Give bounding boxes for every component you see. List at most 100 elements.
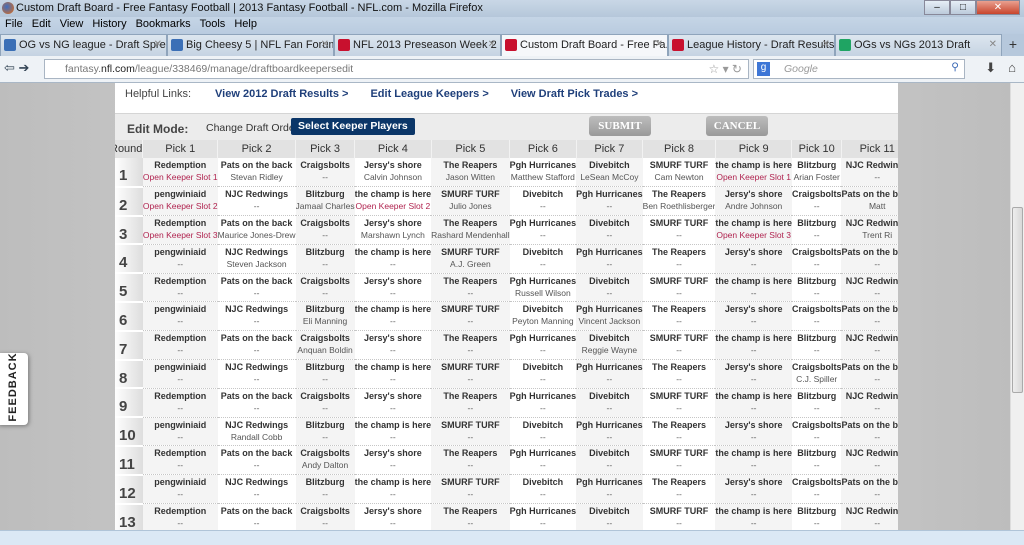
draft-pick-cell[interactable]: Divebitch --: [576, 503, 643, 530]
draft-pick-cell[interactable]: the champ is here --: [354, 359, 432, 389]
draft-pick-cell[interactable]: Divebitch --: [509, 474, 577, 505]
draft-pick-cell[interactable]: the champ is here --: [354, 417, 432, 447]
draft-pick-cell[interactable]: Jersy's shore --: [715, 417, 792, 447]
draft-pick-cell[interactable]: NJC Redwings--: [217, 474, 296, 505]
draft-pick-cell[interactable]: the champ is here Open Keeper Slot 2: [354, 186, 432, 217]
open-keeper-slot[interactable]: Open Keeper Slot 2: [355, 201, 432, 211]
search-input[interactable]: g Google ⚲: [753, 59, 965, 79]
draft-pick-cell[interactable]: Craigsbolts --: [791, 186, 842, 217]
home-icon[interactable]: ⌂: [1008, 60, 1016, 76]
bookmark-star-icon[interactable]: ☆ ▾ ↻: [708, 62, 742, 76]
draft-pick-cell[interactable]: Redemption --: [142, 388, 218, 418]
draft-pick-cell[interactable]: Pgh Hurricanes Matthew Stafford: [509, 158, 577, 188]
draft-pick-cell[interactable]: Jersy's shore --: [354, 388, 432, 418]
draft-pick-cell[interactable]: Divebitch LeSean McCoy: [576, 158, 643, 188]
draft-pick-cell[interactable]: The Reapers --: [431, 388, 510, 418]
draft-pick-cell[interactable]: the champ is here --: [354, 244, 432, 274]
draft-pick-cell[interactable]: pengwiniaid --: [142, 301, 218, 332]
draft-pick-cell[interactable]: Blitzburg --: [791, 388, 842, 418]
menu-tools[interactable]: Tools: [200, 18, 226, 33]
draft-pick-cell[interactable]: Craigsbolts --: [791, 474, 842, 505]
draft-pick-cell[interactable]: Pats on the back--: [841, 244, 898, 274]
close-tab-icon[interactable]: ✕: [488, 39, 496, 50]
draft-pick-cell[interactable]: Pgh Hurricanes --: [576, 417, 643, 447]
draft-pick-cell[interactable]: NJC Redwings--: [217, 359, 296, 389]
scrollbar-thumb[interactable]: [1012, 207, 1023, 393]
search-icon[interactable]: ⚲: [951, 61, 959, 73]
draft-pick-cell[interactable]: Blitzburg Jamaal Charles: [295, 186, 355, 217]
draft-pick-cell[interactable]: Jersy's shore --: [715, 474, 792, 505]
draft-pick-cell[interactable]: Pgh Hurricanes --: [509, 503, 577, 530]
vertical-scrollbar[interactable]: [1010, 83, 1024, 530]
close-window-button[interactable]: ✕: [976, 0, 1020, 15]
draft-pick-cell[interactable]: Pgh Hurricanes --: [509, 388, 577, 418]
draft-pick-cell[interactable]: Divebitch --: [509, 359, 577, 389]
draft-pick-cell[interactable]: Pats on the back Stevan Ridley: [217, 158, 296, 188]
draft-pick-cell[interactable]: NJC Redwings--: [841, 388, 898, 418]
draft-pick-cell[interactable]: NJC Redwings--: [217, 301, 296, 332]
draft-pick-cell[interactable]: Pats on the backMatt: [841, 186, 898, 217]
draft-pick-cell[interactable]: Craigsbolts --: [295, 273, 355, 303]
change-draft-order-option[interactable]: Change Draft Order: [206, 122, 298, 134]
draft-pick-cell[interactable]: Pats on the back--: [841, 474, 898, 505]
draft-pick-cell[interactable]: Divebitch --: [576, 273, 643, 303]
draft-pick-cell[interactable]: Pgh Hurricanes --: [576, 244, 643, 274]
draft-pick-cell[interactable]: the champ is here --: [715, 330, 792, 361]
draft-pick-cell[interactable]: SMURF TURF --: [642, 215, 716, 245]
draft-pick-cell[interactable]: Blitzburg --: [295, 359, 355, 389]
draft-pick-cell[interactable]: Blitzburg --: [791, 215, 842, 245]
draft-pick-cell[interactable]: Redemption --: [142, 503, 218, 530]
draft-pick-cell[interactable]: The Reapers --: [431, 273, 510, 303]
draft-pick-cell[interactable]: Blitzburg --: [791, 445, 842, 476]
draft-pick-cell[interactable]: Pats on the back--: [841, 301, 898, 332]
draft-pick-cell[interactable]: SMURF TURF --: [642, 273, 716, 303]
open-keeper-slot[interactable]: Open Keeper Slot 3: [143, 230, 218, 240]
draft-pick-cell[interactable]: Divebitch --: [509, 186, 577, 217]
close-tab-icon[interactable]: ✕: [989, 39, 997, 50]
draft-pick-cell[interactable]: Redemption --: [142, 330, 218, 361]
draft-pick-cell[interactable]: Blitzburg --: [791, 503, 842, 530]
open-keeper-slot[interactable]: Open Keeper Slot 2: [143, 201, 218, 211]
draft-pick-cell[interactable]: Jersy's shore Andre Johnson: [715, 186, 792, 217]
draft-pick-cell[interactable]: Blitzburg --: [791, 330, 842, 361]
draft-pick-cell[interactable]: the champ is here --: [354, 301, 432, 332]
draft-pick-cell[interactable]: Craigsbolts C.J. Spiller: [791, 359, 842, 389]
draft-pick-cell[interactable]: Pgh Hurricanes --: [509, 330, 577, 361]
draft-pick-cell[interactable]: NJC RedwingsTrent Ri: [841, 215, 898, 245]
draft-pick-cell[interactable]: Blitzburg --: [295, 244, 355, 274]
draft-pick-cell[interactable]: Craigsbolts --: [295, 158, 355, 188]
draft-pick-cell[interactable]: the champ is here --: [715, 388, 792, 418]
draft-pick-cell[interactable]: Craigsbolts --: [791, 417, 842, 447]
draft-pick-cell[interactable]: Pgh Hurricanes --: [576, 186, 643, 217]
draft-pick-cell[interactable]: The Reapers --: [431, 503, 510, 530]
draft-pick-cell[interactable]: Craigsbolts Andy Dalton: [295, 445, 355, 476]
new-tab-button[interactable]: +: [1002, 34, 1024, 56]
draft-pick-cell[interactable]: Craigsbolts --: [295, 503, 355, 530]
draft-pick-cell[interactable]: NJC Redwings--: [217, 186, 296, 217]
minimize-button[interactable]: –: [924, 0, 950, 15]
draft-pick-cell[interactable]: Blitzburg --: [295, 474, 355, 505]
view-2012-draft-results-link[interactable]: View 2012 Draft Results >: [215, 88, 348, 110]
back-forward-buttons[interactable]: ⇦ ➔: [4, 60, 29, 76]
draft-pick-cell[interactable]: the champ is here --: [715, 273, 792, 303]
draft-pick-cell[interactable]: Pgh Hurricanes --: [576, 474, 643, 505]
draft-pick-cell[interactable]: Pgh Hurricanes --: [509, 445, 577, 476]
browser-tab[interactable]: Big Cheesy 5 | NFL Fan Forums ✕: [167, 34, 334, 56]
menu-file[interactable]: File: [5, 18, 23, 33]
draft-pick-cell[interactable]: NJC Redwings--: [841, 445, 898, 476]
draft-pick-cell[interactable]: pengwiniaid --: [142, 359, 218, 389]
draft-pick-cell[interactable]: Pats on the back--: [841, 417, 898, 447]
draft-pick-cell[interactable]: NJC Redwings Randall Cobb: [217, 417, 296, 447]
draft-pick-cell[interactable]: SMURF TURF --: [642, 445, 716, 476]
draft-pick-cell[interactable]: Craigsbolts --: [295, 388, 355, 418]
draft-pick-cell[interactable]: SMURF TURF --: [642, 388, 716, 418]
draft-pick-cell[interactable]: the champ is here --: [715, 503, 792, 530]
draft-pick-cell[interactable]: The Reapers Rashard Mendenhall: [431, 215, 510, 245]
draft-pick-cell[interactable]: SMURF TURF --: [431, 359, 510, 389]
draft-pick-cell[interactable]: The Reapers --: [431, 330, 510, 361]
draft-pick-cell[interactable]: SMURF TURF --: [642, 330, 716, 361]
draft-pick-cell[interactable]: SMURF TURF Julio Jones: [431, 186, 510, 217]
draft-pick-cell[interactable]: Craigsbolts --: [791, 244, 842, 274]
draft-pick-cell[interactable]: Craigsbolts --: [295, 215, 355, 245]
browser-tab[interactable]: Custom Draft Board - Free Fa... ✕: [501, 34, 668, 56]
